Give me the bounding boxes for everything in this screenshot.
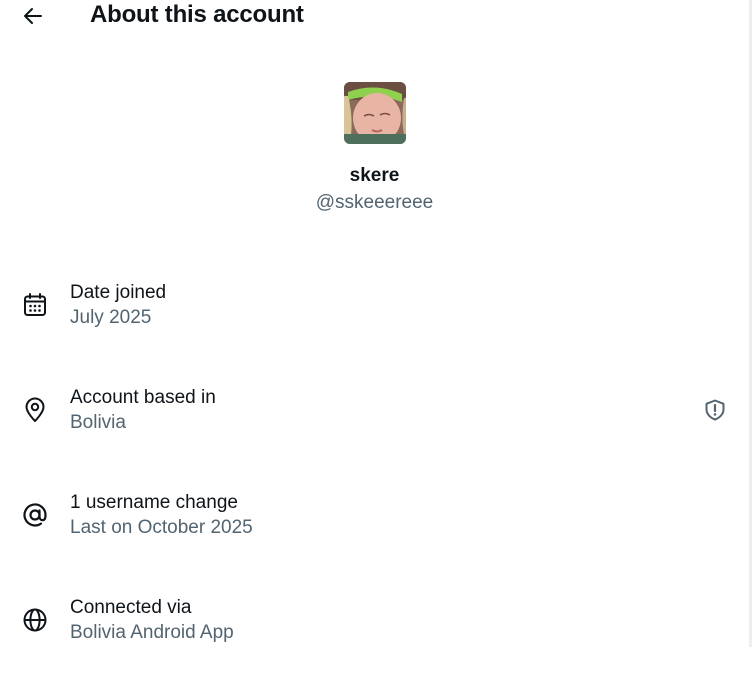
page-title: About this account — [90, 1, 304, 28]
back-button[interactable] — [20, 3, 46, 29]
shield-alert-icon[interactable] — [703, 398, 727, 422]
at-sign-icon — [23, 503, 47, 527]
date-joined-label: Date joined — [70, 282, 167, 303]
account-based-in-label: Account based in — [70, 387, 216, 408]
location-pin-icon — [25, 397, 45, 422]
avatar[interactable] — [343, 82, 406, 144]
username-change-label: 1 username change — [70, 492, 238, 513]
info-row-account-based-in: Account based in Bolivia — [0, 385, 749, 490]
info-row-username-change: 1 username change Last on October 2025 — [0, 490, 749, 595]
calendar-icon — [24, 293, 46, 316]
arrow-left-icon — [24, 8, 42, 24]
profile-summary: skere @sskeeereee — [0, 82, 749, 215]
connected-via-value: Bolivia Android App — [70, 622, 234, 643]
header: About this account — [0, 0, 752, 32]
date-joined-value: July 2025 — [70, 307, 152, 328]
account-based-in-value: Bolivia — [70, 412, 126, 433]
connected-via-label: Connected via — [70, 597, 192, 618]
username-change-value: Last on October 2025 — [70, 517, 253, 538]
info-text: 1 username change Last on October 2025 — [70, 490, 253, 540]
info-row-date-joined: Date joined July 2025 — [0, 280, 749, 385]
info-row-connected-via: Connected via Bolivia Android App — [0, 595, 749, 700]
info-text: Date joined July 2025 — [70, 280, 166, 330]
display-name: skere — [349, 165, 400, 186]
info-text: Connected via Bolivia Android App — [70, 595, 234, 645]
info-text: Account based in Bolivia — [70, 385, 216, 435]
globe-icon — [23, 608, 47, 632]
username-handle: @sskeeereee — [315, 192, 434, 213]
account-info-list: Date joined July 2025 Account based in B… — [0, 280, 749, 700]
